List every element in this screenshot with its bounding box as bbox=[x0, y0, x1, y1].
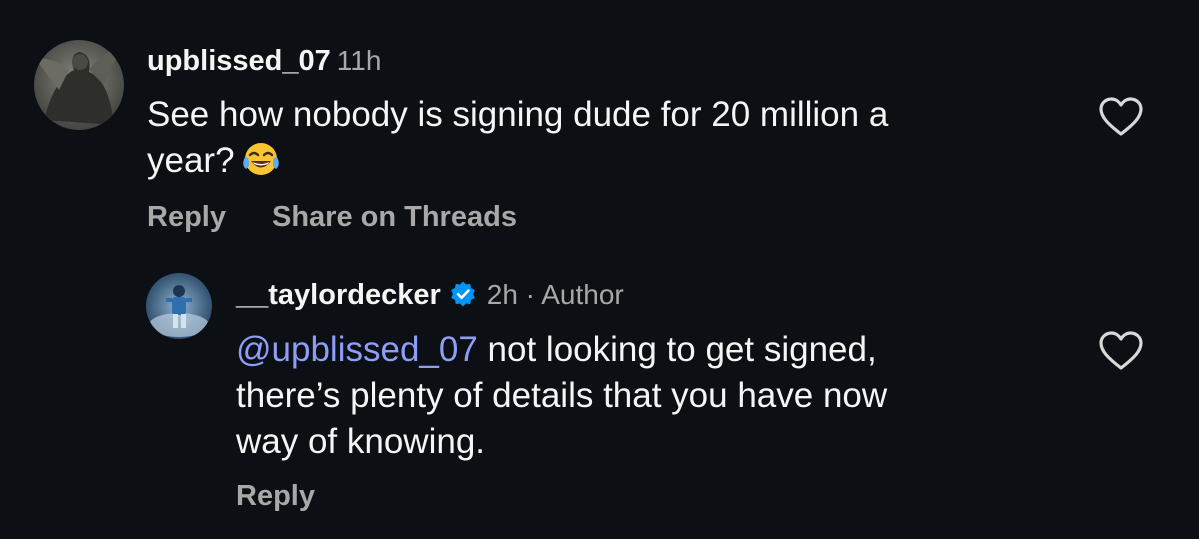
timestamp: 11h bbox=[336, 45, 382, 76]
comment-text: @upblissed_07 not looking to get signed,… bbox=[236, 327, 887, 465]
timestamp: 2h · Author bbox=[486, 279, 624, 310]
avatar-taylordecker[interactable] bbox=[146, 273, 212, 339]
face-with-tears-of-joy-emoji-icon bbox=[241, 140, 281, 190]
share-on-threads-button[interactable]: Share on Threads bbox=[272, 201, 517, 233]
reply-button[interactable]: Reply bbox=[236, 480, 315, 512]
football-player-avatar-icon bbox=[146, 273, 212, 339]
username[interactable]: __taylordecker bbox=[236, 279, 441, 311]
comment-header: upblissed_07 11h bbox=[147, 41, 381, 86]
comment-actions: Reply bbox=[236, 480, 315, 513]
comment-text-line: See how nobody is signing dude for 20 mi… bbox=[147, 95, 889, 134]
avatar-upblissed[interactable] bbox=[34, 40, 124, 130]
verified-badge-icon bbox=[449, 280, 477, 324]
statue-avatar-icon bbox=[34, 40, 124, 130]
comment-text-line: there’s plenty of details that you have … bbox=[236, 376, 888, 415]
mention-link[interactable]: @upblissed_07 bbox=[236, 330, 478, 369]
comment-header: __taylordecker 2h · Author bbox=[236, 275, 624, 324]
comment-text-line: year? bbox=[147, 141, 235, 180]
username[interactable]: upblissed_07 bbox=[147, 45, 331, 77]
like-heart-icon[interactable] bbox=[1098, 96, 1144, 143]
comment-text-line: way of knowing. bbox=[236, 422, 486, 461]
reply-button[interactable]: Reply bbox=[147, 201, 226, 233]
comment-actions: Reply Share on Threads bbox=[147, 201, 517, 234]
comment-text-line: not looking to get signed, bbox=[477, 330, 877, 369]
comment-text: See how nobody is signing dude for 20 mi… bbox=[147, 92, 888, 190]
like-heart-icon[interactable] bbox=[1098, 330, 1144, 377]
